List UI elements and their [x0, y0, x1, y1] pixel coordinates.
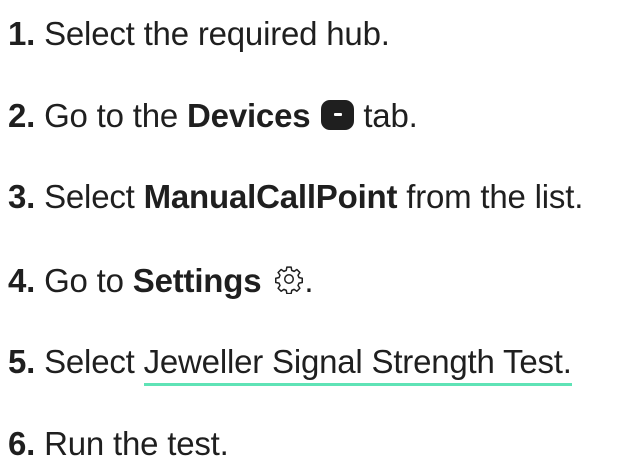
step-text-after: tab.	[363, 97, 418, 134]
step-text-after: from the list.	[406, 178, 584, 215]
instruction-steps: 1. Select the required hub. 2. Go to the…	[8, 0, 638, 474]
step-2: 2. Go to the Devices tab.	[8, 96, 418, 136]
devices-icon	[321, 100, 355, 130]
step-text: Select	[44, 178, 135, 215]
step-text: Go to	[44, 262, 124, 299]
step-number: 4.	[8, 262, 36, 299]
device-name: ManualCallPoint	[143, 178, 398, 215]
step-number: 6.	[8, 425, 36, 462]
step-text: Run the test.	[44, 425, 229, 462]
step-text: Select	[44, 343, 135, 380]
gear-icon	[275, 266, 304, 294]
step-number: 1.	[8, 15, 36, 52]
step-4: 4. Go to Settings .	[8, 261, 314, 301]
step-number: 2.	[8, 97, 36, 134]
step-number: 5.	[8, 343, 36, 380]
step-number: 3.	[8, 178, 36, 215]
step-text: Select the required hub.	[44, 15, 390, 52]
step-6: 6. Run the test.	[8, 424, 229, 464]
step-text-after: .	[304, 262, 314, 299]
devices-tab-label: Devices	[187, 97, 311, 134]
step-5: 5. Select Jeweller Signal Strength Test.	[8, 342, 572, 386]
step-1: 1. Select the required hub.	[8, 14, 390, 54]
step-3: 3. Select ManualCallPoint from the list.	[8, 177, 583, 217]
signal-strength-test-link[interactable]: Jeweller Signal Strength Test.	[143, 343, 572, 386]
settings-label: Settings	[132, 262, 262, 299]
step-text: Go to the	[44, 97, 179, 134]
